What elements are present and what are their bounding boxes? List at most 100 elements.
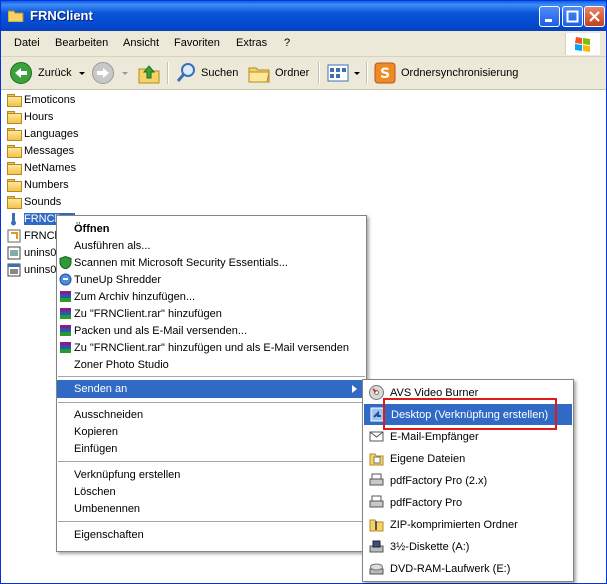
email-icon bbox=[369, 431, 384, 442]
list-item[interactable]: unins0 bbox=[7, 262, 56, 278]
menu-item-open[interactable]: Öffnen bbox=[57, 220, 366, 237]
menu-help[interactable]: ? bbox=[284, 37, 290, 49]
folder-icon bbox=[7, 128, 22, 141]
menu-extras[interactable]: Extras bbox=[236, 37, 267, 49]
folder-icon bbox=[7, 94, 22, 107]
folder-icon bbox=[7, 162, 22, 175]
context-menu: Öffnen Ausführen als... Scannen mit Micr… bbox=[56, 215, 367, 552]
chevron-right-icon bbox=[352, 385, 357, 393]
toolbar-separator bbox=[318, 62, 320, 84]
toolbar: Zurück Suchen Ordner S Ordnersynchronisi… bbox=[1, 57, 606, 90]
winrar-icon bbox=[60, 325, 71, 336]
menu-separator bbox=[58, 521, 365, 522]
back-button[interactable]: Zurück bbox=[9, 61, 87, 85]
list-item[interactable]: Sounds bbox=[7, 194, 61, 210]
chevron-down-icon bbox=[78, 72, 85, 75]
menu-item-pack-email[interactable]: Packen und als E-Mail versenden... bbox=[57, 322, 366, 339]
menu-ansicht[interactable]: Ansicht bbox=[123, 37, 159, 49]
printer-icon bbox=[369, 473, 384, 486]
close-icon bbox=[589, 11, 600, 22]
list-item[interactable]: NetNames bbox=[7, 160, 76, 176]
app-icon bbox=[11, 213, 16, 226]
menu-item-run-as[interactable]: Ausführen als... bbox=[57, 237, 366, 254]
menu-item-delete[interactable]: Löschen bbox=[57, 483, 366, 500]
menu-item-scan[interactable]: Scannen mit Microsoft Security Essential… bbox=[57, 254, 366, 271]
winrar-icon bbox=[60, 291, 71, 302]
shredder-icon bbox=[59, 273, 72, 286]
winrar-icon bbox=[60, 342, 71, 353]
sendto-pdffactory[interactable]: pdfFactory Pro bbox=[363, 492, 573, 513]
maximize-button[interactable] bbox=[562, 6, 583, 27]
svg-text:S: S bbox=[380, 66, 390, 82]
menu-item-add-archive[interactable]: Zum Archiv hinzufügen... bbox=[57, 288, 366, 305]
maximize-icon bbox=[566, 10, 579, 23]
toolbar-separator bbox=[167, 62, 169, 84]
menu-item-rename[interactable]: Umbenennen bbox=[57, 500, 366, 517]
list-item[interactable]: Languages bbox=[7, 126, 78, 142]
menu-separator bbox=[58, 376, 365, 377]
chevron-down-icon bbox=[122, 72, 128, 75]
list-item[interactable]: FRNCli bbox=[7, 228, 59, 244]
menu-item-shredder[interactable]: TuneUp Shredder bbox=[57, 271, 366, 288]
folder-icon bbox=[7, 9, 24, 23]
menu-item-paste[interactable]: Einfügen bbox=[57, 440, 366, 457]
menu-item-copy[interactable]: Kopieren bbox=[57, 423, 366, 440]
folder-icon bbox=[7, 145, 22, 158]
menu-item-properties[interactable]: Eigenschaften bbox=[57, 526, 366, 543]
menu-separator bbox=[58, 461, 365, 462]
sendto-floppy[interactable]: 3½-Diskette (A:) bbox=[363, 536, 573, 557]
back-arrow-icon bbox=[10, 62, 32, 84]
minimize-icon bbox=[545, 19, 552, 22]
menu-item-send-to[interactable]: Senden an bbox=[57, 380, 366, 398]
menu-item-zoner[interactable]: Zoner Photo Studio bbox=[57, 356, 366, 373]
menu-bar: Datei Bearbeiten Ansicht Favoriten Extra… bbox=[1, 31, 606, 57]
sendto-zip[interactable]: ZIP-komprimierten Ordner bbox=[363, 514, 573, 535]
menu-item-add-rar[interactable]: Zu "FRNClient.rar" hinzufügen bbox=[57, 305, 366, 322]
documents-folder-icon bbox=[369, 453, 384, 466]
sendto-dvd[interactable]: DVD-RAM-Laufwerk (E:) bbox=[363, 558, 573, 579]
forward-button[interactable] bbox=[91, 61, 130, 85]
sendto-my-documents[interactable]: Eigene Dateien bbox=[363, 448, 573, 469]
data-file-icon bbox=[7, 246, 21, 260]
minimize-button[interactable] bbox=[539, 6, 560, 27]
folder-sync-button[interactable]: S Ordnersynchronisierung bbox=[373, 61, 518, 85]
menu-item-add-rar-email[interactable]: Zu "FRNClient.rar" hinzufügen und als E-… bbox=[57, 339, 366, 356]
shield-icon bbox=[59, 256, 72, 269]
list-item[interactable]: Numbers bbox=[7, 177, 69, 193]
folder-icon bbox=[248, 67, 270, 83]
folder-icon bbox=[7, 196, 22, 209]
chevron-down-icon bbox=[354, 72, 360, 75]
windows-logo bbox=[565, 33, 600, 55]
menu-bearbeiten[interactable]: Bearbeiten bbox=[55, 37, 108, 49]
highlight-annotation bbox=[383, 398, 557, 430]
list-item[interactable]: unins0 bbox=[7, 245, 56, 261]
exe-icon bbox=[7, 263, 21, 277]
menu-datei[interactable]: Datei bbox=[14, 37, 40, 49]
window-title: FRNClient bbox=[30, 8, 93, 23]
up-folder-button[interactable] bbox=[137, 61, 161, 85]
list-item[interactable]: Hours bbox=[7, 109, 53, 125]
list-item[interactable]: Emoticons bbox=[7, 92, 75, 108]
sendto-pdffactory-2x[interactable]: pdfFactory Pro (2.x) bbox=[363, 470, 573, 491]
list-item[interactable]: Messages bbox=[7, 143, 74, 159]
views-icon bbox=[327, 64, 349, 82]
sync-icon: S bbox=[374, 62, 396, 84]
folder-up-icon bbox=[138, 65, 160, 84]
shortcut-icon bbox=[7, 229, 21, 243]
title-bar[interactable]: FRNClient bbox=[1, 1, 606, 31]
search-button[interactable]: Suchen bbox=[175, 61, 238, 85]
menu-favoriten[interactable]: Favoriten bbox=[174, 37, 220, 49]
menu-separator bbox=[58, 402, 365, 403]
forward-arrow-icon bbox=[92, 62, 114, 84]
disc-icon bbox=[369, 385, 384, 400]
winrar-icon bbox=[60, 308, 71, 319]
zip-folder-icon bbox=[369, 519, 384, 532]
menu-item-cut[interactable]: Ausschneiden bbox=[57, 406, 366, 423]
close-button[interactable] bbox=[584, 6, 605, 27]
folders-button[interactable]: Ordner bbox=[247, 61, 309, 85]
views-button[interactable] bbox=[326, 61, 362, 85]
search-icon bbox=[176, 63, 195, 82]
folder-icon bbox=[7, 111, 22, 124]
printer-icon bbox=[369, 495, 384, 508]
menu-item-create-shortcut[interactable]: Verknüpfung erstellen bbox=[57, 466, 366, 483]
